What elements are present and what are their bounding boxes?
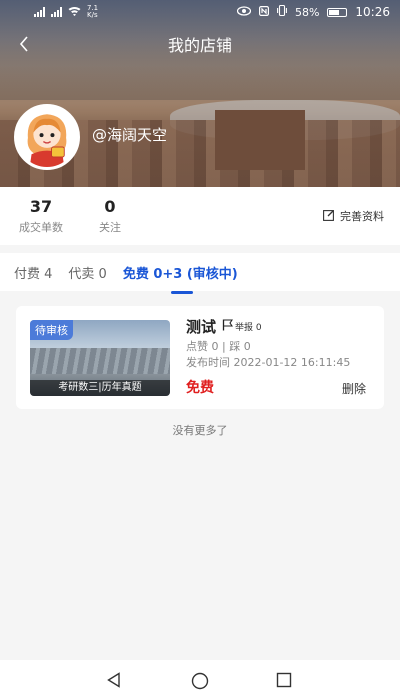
nfc-icon <box>258 5 269 19</box>
title-bar: 我的店铺 <box>0 30 400 58</box>
nav-home-icon[interactable] <box>191 672 209 694</box>
thumbnail-roof <box>30 348 170 374</box>
banner-castle <box>215 110 305 170</box>
tab-paid[interactable]: 付费 4 <box>14 263 52 282</box>
clock: 10:26 <box>355 5 390 19</box>
vibrate-icon <box>277 4 287 19</box>
nav-back-icon[interactable] <box>106 672 122 692</box>
status-bar: 7.1 K/s 58% 10:26 <box>0 0 400 24</box>
delete-button[interactable]: 删除 <box>342 380 366 397</box>
follow-label: 关注 <box>99 221 121 234</box>
avatar[interactable] <box>14 104 80 170</box>
item-thumbnail[interactable]: 待审核 考研数三|历年真题 <box>30 320 170 396</box>
report-button[interactable]: 举报 0 <box>222 319 262 334</box>
battery-percent: 58% <box>294 5 320 19</box>
signal-icon-2 <box>51 7 62 17</box>
deals-label: 成交单数 <box>19 221 63 234</box>
net-speed: 7.1 K/s <box>87 4 99 19</box>
tab-free[interactable]: 免费 0+3 (审核中) <box>123 263 238 294</box>
flag-icon <box>222 319 234 334</box>
deals-count: 37 <box>29 197 53 216</box>
item-title-row: 测试 举报 0 <box>186 316 262 337</box>
report-label: 举报 0 <box>235 323 262 333</box>
follow-count: 0 <box>104 197 116 216</box>
eye-icon <box>236 5 252 19</box>
edit-profile-button[interactable]: 完善资料 <box>323 208 384 224</box>
follow-stat[interactable]: 0 关注 <box>90 197 130 235</box>
battery-icon <box>327 7 348 17</box>
item-title: 测试 <box>186 318 217 336</box>
no-more-text: 没有更多了 <box>172 424 228 437</box>
item-price: 免费 <box>186 380 214 396</box>
back-arrow-icon[interactable] <box>18 34 30 58</box>
item-publish-time: 发布时间 2022-01-12 16:11:45 <box>186 356 351 369</box>
tab-consign[interactable]: 代卖 0 <box>68 263 106 282</box>
pending-badge: 待审核 <box>30 320 73 340</box>
list-item[interactable]: 待审核 考研数三|历年真题 测试 举报 0 点赞 0 | 踩 0 发布时间 20… <box>16 306 384 409</box>
system-nav-bar <box>0 660 400 700</box>
tab-bar: 付费 4 代卖 0 免费 0+3 (审核中) <box>0 253 400 294</box>
stats-bar: 37 成交单数 0 关注 完善资料 <box>0 187 400 245</box>
page-title: 我的店铺 <box>167 36 232 55</box>
nav-recents-icon[interactable] <box>276 672 292 692</box>
edit-icon <box>323 209 335 224</box>
wifi-icon <box>68 6 81 19</box>
thumbnail-caption: 考研数三|历年真题 <box>30 380 170 396</box>
signal-icon <box>34 7 45 17</box>
item-votes: 点赞 0 | 踩 0 <box>186 340 251 353</box>
deals-stat[interactable]: 37 成交单数 <box>15 197 67 235</box>
shop-username: @海阔天空 <box>92 126 168 144</box>
edit-profile-label: 完善资料 <box>340 210 384 223</box>
